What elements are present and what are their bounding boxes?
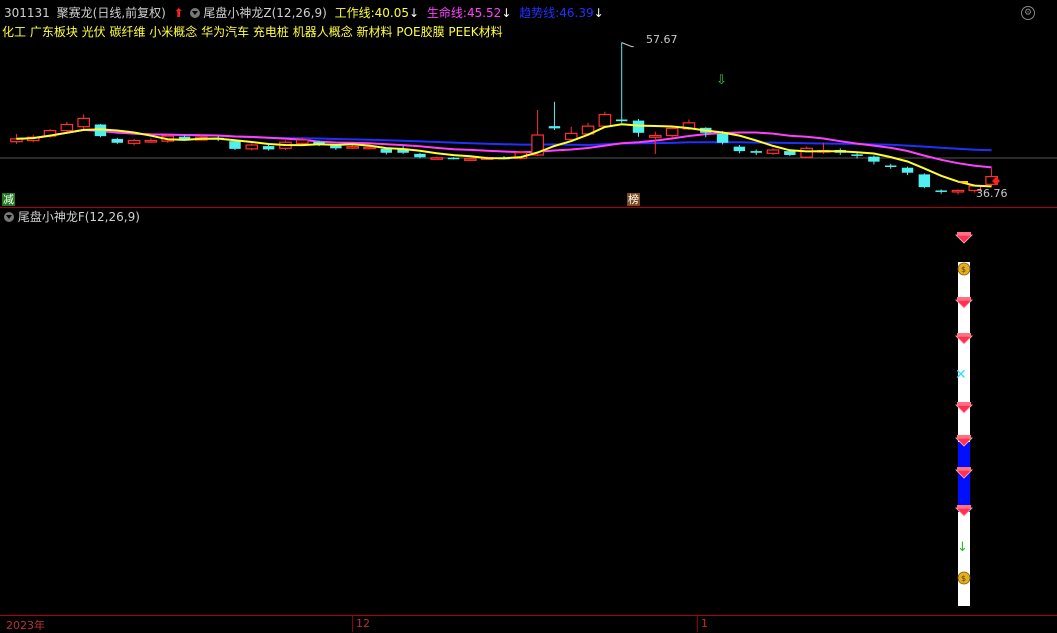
candle-body: [935, 190, 947, 192]
panel-separator: [0, 207, 1057, 208]
main-chart: ⇩ $ $ ✕ ↓: [0, 42, 1057, 606]
high-price-label: 57.67: [646, 33, 678, 46]
candle-body: [60, 123, 74, 132]
high-price-leader: [621, 42, 634, 48]
candle-body: [295, 139, 309, 144]
money-bag-icon-top-label: $: [961, 265, 966, 274]
life-line-series: [16, 128, 992, 169]
candle-body: [464, 158, 477, 161]
candle-body: [447, 157, 460, 160]
candle-body: [716, 133, 729, 143]
candle-body: [346, 146, 359, 149]
candle-body: [229, 141, 241, 149]
axis-label-12: 12: [356, 617, 370, 630]
candle-body: [380, 148, 393, 153]
red-gem-icon-1: [955, 234, 973, 244]
red-gem-icon-1-top: [957, 232, 971, 235]
candle-body: [750, 151, 762, 153]
candle-body: [632, 120, 645, 133]
candle-body: [330, 145, 342, 149]
axis-tick-12: [352, 615, 353, 632]
red-gem-icon-4-top: [957, 402, 971, 405]
red-gem-icon-7-top: [957, 505, 971, 508]
candle-body: [430, 157, 444, 160]
red-gem-icon-5-top: [957, 435, 971, 438]
red-gem-icon-2-top: [957, 297, 971, 300]
reduce-tag: 减: [2, 193, 15, 206]
red-gem-icon-6-top: [957, 467, 971, 470]
candle-body: [77, 117, 90, 128]
signal-column-gap: [958, 415, 970, 421]
candle-body: [245, 144, 259, 150]
green-down-arrow-icon: ⇩: [716, 73, 727, 88]
bottom-axis-line: [0, 615, 1057, 616]
candle-body: [649, 134, 662, 138]
axis-label-1: 1: [701, 617, 708, 630]
green-arrow-down-icon: ↓: [957, 540, 968, 555]
red-gem-icon-3-top: [957, 333, 971, 336]
subpanel-menu-icon[interactable]: [4, 212, 14, 222]
candle-body: [548, 126, 561, 129]
subpanel-indicator-name[interactable]: 尾盘小神龙F(12,26,9): [18, 210, 140, 224]
candle-body: [766, 149, 780, 154]
list-tag: 榜: [627, 193, 640, 206]
candle-body: [414, 153, 426, 158]
candle-body: [868, 156, 880, 162]
subpanel-header: 尾盘小神龙F(12,26,9): [4, 210, 140, 224]
candle-body: [262, 146, 275, 150]
candle-body: [598, 113, 612, 127]
candle-body: [363, 146, 376, 150]
low-price-label: 36.76: [976, 187, 1008, 200]
candle-body: [127, 139, 141, 144]
money-bag-icon-bottom-label: $: [961, 574, 966, 583]
candle-body: [851, 154, 863, 156]
butterfly-icon: ✕: [955, 367, 967, 383]
axis-label-year: 2023年: [6, 619, 45, 632]
candle-body: [111, 138, 124, 143]
candle-body: [733, 146, 746, 152]
candle-body: [144, 139, 158, 143]
candle-body: [901, 167, 914, 173]
candle-body: [665, 127, 679, 137]
candle-body: [884, 165, 897, 168]
candle-body: [615, 119, 628, 122]
candle-body: [918, 174, 931, 188]
candle-body: [951, 189, 965, 193]
candle-body: [800, 147, 813, 158]
axis-tick-1: [697, 615, 698, 632]
candle-body: [784, 151, 796, 155]
